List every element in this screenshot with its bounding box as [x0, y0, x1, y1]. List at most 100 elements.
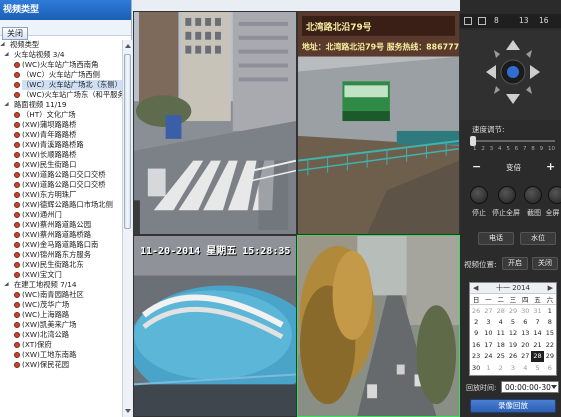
calendar-day[interactable]: 24 [482, 351, 494, 363]
calendar-day[interactable]: 9 [470, 328, 482, 340]
scroll-down-icon[interactable] [125, 409, 131, 413]
calendar-day[interactable]: 3 [482, 316, 494, 328]
expand-icon[interactable] [6, 52, 12, 58]
calendar-day[interactable]: 29 [544, 351, 556, 363]
speed-slider-knob[interactable] [470, 136, 476, 146]
layout-2x2-icon[interactable] [478, 17, 486, 25]
calendar-day[interactable]: 15 [544, 328, 556, 340]
video-tile-pipes[interactable]: 11-20-2014 星期五 15:28:35 [133, 235, 297, 417]
playback-time-select[interactable]: 00:00:00-30 [501, 381, 559, 393]
calendar-day[interactable]: 6 [544, 362, 556, 374]
tree-camera-item[interactable]: (XW)蔡州路道路公园 [0, 220, 122, 230]
stop-all-button[interactable]: 停止全屏 [491, 208, 521, 218]
expand-icon[interactable] [6, 282, 12, 288]
tree-camera-item[interactable]: (XW)工地东南路 [0, 350, 122, 360]
layout-1x1-icon[interactable] [464, 17, 472, 25]
tree-camera-item[interactable]: （HT）文化广场 [0, 110, 122, 120]
tree-camera-item[interactable]: (XW)宝文门 [0, 270, 122, 280]
calendar-day[interactable]: 23 [470, 351, 482, 363]
tree-camera-item[interactable]: （WC)火车站广场东（和平服务） [0, 90, 122, 100]
tree-camera-item[interactable]: (XW)蔡州路道路桥路 [0, 230, 122, 240]
tree-camera-item[interactable]: (XW)德辉公路路口市场北侧 [0, 200, 122, 210]
video-tile-overpass[interactable]: 北湾路北沿79号 地址：北湾路北沿79号 服务热线：8867777 222222… [297, 11, 460, 235]
pan-up-icon[interactable] [506, 40, 520, 50]
calendar-day[interactable]: 7 [531, 316, 543, 328]
calendar-day[interactable]: 1 [544, 305, 556, 317]
calendar-day[interactable]: 12 [507, 328, 519, 340]
tree-root-item[interactable]: 视频类型 [0, 40, 122, 50]
phone-button[interactable]: 电话 [478, 232, 514, 245]
calendar-day[interactable]: 30 [470, 362, 482, 374]
stop-button[interactable]: 停止 [466, 208, 492, 218]
calendar-day[interactable]: 10 [482, 328, 494, 340]
pan-down-left-icon[interactable] [494, 86, 500, 94]
calendar-day[interactable]: 27 [482, 305, 494, 317]
calendar-day[interactable]: 11 [495, 328, 507, 340]
calendar-day[interactable]: 19 [507, 339, 519, 351]
tree-camera-item[interactable]: （WC）火车站广场西侧 [0, 70, 122, 80]
calendar-day[interactable]: 21 [531, 339, 543, 351]
zoom-out-button[interactable]: − [472, 160, 481, 173]
pan-down-icon[interactable] [506, 94, 520, 104]
stop-icon[interactable] [470, 186, 488, 204]
preset-open-button[interactable]: 开启 [502, 257, 528, 270]
calendar-day[interactable]: 16 [470, 339, 482, 351]
tree-camera-item[interactable]: (XW)金马路道路路口南 [0, 240, 122, 250]
tree-camera-item[interactable]: (XW)道路公路口交口交桥 [0, 170, 122, 180]
preset-close-button[interactable]: 关闭 [532, 257, 558, 270]
calendar-day[interactable]: 6 [519, 316, 531, 328]
calendar-day[interactable]: 25 [495, 351, 507, 363]
calendar-day[interactable]: 14 [531, 328, 543, 340]
calendar-day[interactable]: 27 [519, 351, 531, 363]
tree-camera-item[interactable]: (XW)民生街路北东 [0, 260, 122, 270]
tree-group-item[interactable]: 火车站视频 3/4 [0, 50, 122, 60]
video-tile-tree-road[interactable] [297, 235, 460, 417]
tree-camera-item[interactable]: (XW)锦州路东方服务 [0, 250, 122, 260]
calendar-day[interactable]: 4 [495, 316, 507, 328]
tree-camera-item[interactable]: (WC)火车站广场西南角 [0, 60, 122, 70]
layout-option-13[interactable]: 13 [519, 16, 529, 25]
tree-camera-item[interactable]: (XW)蒲坝路路桥 [0, 120, 122, 130]
calendar-day[interactable]: 29 [507, 305, 519, 317]
calendar-day[interactable]: 20 [519, 339, 531, 351]
scroll-up-icon[interactable] [125, 44, 131, 48]
scroll-thumb[interactable] [124, 54, 131, 229]
pan-up-right-icon[interactable] [526, 50, 532, 58]
tree-camera-item[interactable]: (WC)茂华广场 [0, 300, 122, 310]
calendar-day[interactable]: 13 [519, 328, 531, 340]
calendar-day[interactable]: 5 [531, 362, 543, 374]
calendar-day[interactable]: 22 [544, 339, 556, 351]
next-month-icon[interactable]: ▶ [548, 283, 553, 294]
tree-camera-item[interactable]: (XW)青溪路路桥路 [0, 140, 122, 150]
calendar-day[interactable]: 3 [507, 362, 519, 374]
tree-camera-item[interactable]: (XW)青年路路桥 [0, 130, 122, 140]
fullscreen-icon[interactable] [548, 186, 561, 204]
calendar-day[interactable]: 2 [495, 362, 507, 374]
ptz-center-icon[interactable] [507, 66, 519, 78]
tree-camera-item[interactable]: (XW)保民花园 [0, 360, 122, 370]
tree-camera-item[interactable]: (XW)通州门 [0, 210, 122, 220]
calendar-day[interactable]: 1 [482, 362, 494, 374]
calendar-day[interactable]: 2 [470, 316, 482, 328]
pan-right-icon[interactable] [530, 65, 540, 79]
layout-option-16[interactable]: 16 [539, 16, 549, 25]
expand-icon[interactable] [2, 42, 8, 48]
tree-camera-item[interactable]: (XT)保府 [0, 340, 122, 350]
playback-query-button[interactable]: 录像回放 [470, 399, 556, 413]
expand-icon[interactable] [6, 102, 12, 108]
tree-camera-item[interactable]: (XW)长顺路路桥 [0, 150, 122, 160]
prev-month-icon[interactable]: ◀ [473, 283, 478, 294]
pan-left-icon[interactable] [486, 65, 496, 79]
stop-all-icon[interactable] [498, 186, 516, 204]
fullscreen-button[interactable]: 全屏 [544, 208, 561, 218]
tree-camera-item[interactable]: (XW)凯美来广场 [0, 320, 122, 330]
pan-up-left-icon[interactable] [494, 50, 500, 58]
zoom-in-button[interactable]: + [546, 160, 555, 173]
tree-scrollbar[interactable] [122, 40, 132, 417]
calendar-day[interactable]: 17 [482, 339, 494, 351]
calendar-day[interactable]: 5 [507, 316, 519, 328]
calendar-day[interactable]: 30 [519, 305, 531, 317]
tree-camera-item[interactable]: （WC）火车站广场北（东侧） [0, 80, 122, 90]
tree-group-item[interactable]: 路面视频 11/19 [0, 100, 122, 110]
close-tree-button[interactable]: 关闭 [2, 27, 28, 40]
